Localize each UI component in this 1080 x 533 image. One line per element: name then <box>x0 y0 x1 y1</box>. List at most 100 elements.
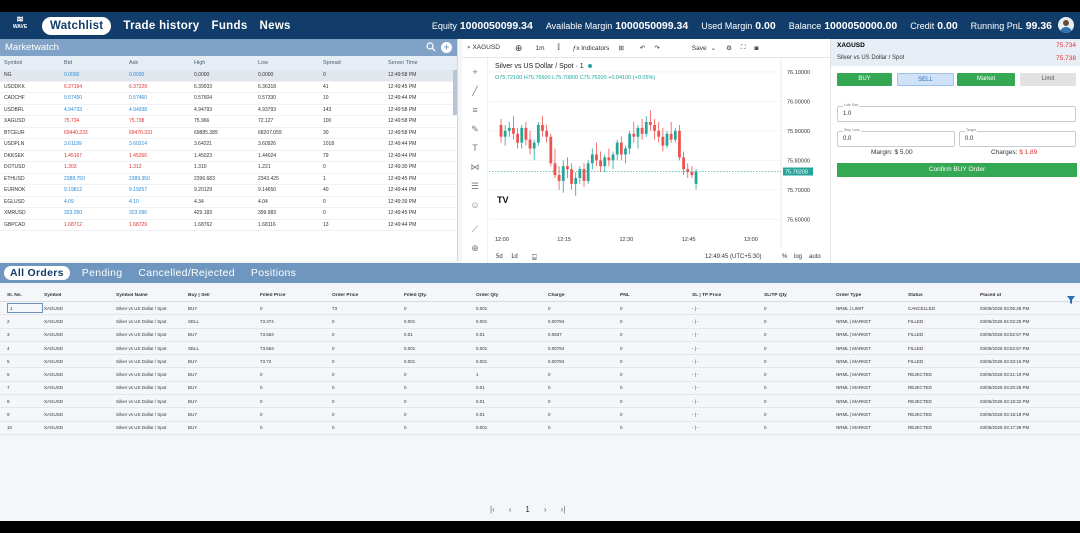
current-page[interactable]: 1 <box>525 505 529 514</box>
table-cell: 03/05/2026 03:19:32 PM <box>980 398 1030 404</box>
candle-body <box>669 133 673 140</box>
table-cell: 0 <box>620 385 623 391</box>
table-row[interactable]: 4 XAGUSD Silver vs US Dollar / Spot SELL 73.… <box>0 342 1080 356</box>
watchlist-row[interactable]: USDDKK 6.37194 6.37229 6.39933 6.36318 41 12:4… <box>0 82 457 93</box>
add-symbol-icon[interactable]: + <box>441 42 452 53</box>
watchlist-row[interactable]: USDBRL 4.94733 4.94938 4.94793 4.93793 143 12:… <box>0 105 457 116</box>
pattern-icon[interactable]: ⋈ <box>469 161 481 173</box>
watchlist-row[interactable]: ETHUSD 2388.750 2389.350 2396.683 2343.425 1 1… <box>0 174 457 185</box>
emoji-icon[interactable]: ☺ <box>469 199 481 211</box>
watchlist-cell: 9.20129 <box>194 187 213 194</box>
nav-news[interactable]: News <box>260 20 291 32</box>
undo-icon[interactable]: ↶ <box>640 44 645 52</box>
watchlist-row[interactable]: XMRUSD 323.050 323.096 429.183 399.983 0 12:49… <box>0 208 457 220</box>
table-row[interactable]: 1 XAGUSD Silver vs US Dollar / Spot BUY 0 73 0… <box>0 302 1080 316</box>
stat-label: Running PnL <box>970 20 1023 31</box>
orders-col-header: Symbol <box>44 293 62 298</box>
tab-pending[interactable]: Pending <box>82 267 123 279</box>
zoom-in-icon[interactable]: ⊕ <box>469 242 481 254</box>
filter-icon[interactable] <box>1067 291 1075 304</box>
table-cell: BUY <box>188 372 198 378</box>
chevron-down-icon[interactable]: ⌄ <box>711 44 716 52</box>
limit-button[interactable]: Limit <box>1020 73 1076 86</box>
candle-body <box>665 133 669 146</box>
target-field[interactable]: Target 0.0 <box>959 128 1076 147</box>
table-row[interactable]: 7 XAGUSD Silver vs US Dollar / Spot BUY 0 0 0 0… <box>0 382 1080 396</box>
candle-type-icon[interactable]: ⫿ <box>557 44 559 52</box>
watchlist-row[interactable]: DOTUSD 1.303 1.312 1.310 1.221 0 12:49:30 PM <box>0 162 457 174</box>
indicators-button[interactable]: ƒx Indicators <box>573 45 610 52</box>
search-icon[interactable] <box>425 42 436 53</box>
watchlist-row[interactable]: BTCEUR 69440.233 69470.331 69885.389 68207.0… <box>0 128 457 139</box>
last-page-icon[interactable]: ›| <box>561 505 566 514</box>
percent-toggle[interactable]: % <box>782 254 787 260</box>
table-row[interactable]: 5 XAGUSD Silver vs US Dollar / Spot BUY 73.7… <box>0 355 1080 369</box>
settings-gear-icon[interactable]: ⚙ <box>726 44 732 52</box>
watchlist-row[interactable]: CADCHF 0.57450 0.57460 0.57604 0.57330 10 12:4… <box>0 93 457 105</box>
watchlist-row[interactable]: XAGUSD 75.734 75.738 75.966 72.127 100 12:49:5… <box>0 116 457 128</box>
table-row[interactable]: 6 XAGUSD Silver vs US Dollar / Spot BUY 0 0 0 1… <box>0 368 1080 382</box>
watchlist-row[interactable]: GBPCAD 1.68712 1.68729 1.68762 1.68116 13 12:4… <box>0 220 457 231</box>
row-number-selected[interactable]: 1 <box>7 303 43 314</box>
table-cell: 0 <box>332 372 335 378</box>
market-button[interactable]: Market <box>957 73 1015 86</box>
tab-positions[interactable]: Positions <box>251 267 296 279</box>
tab-all-orders[interactable]: All Orders <box>4 266 70 280</box>
watchlist-row[interactable]: EURNOK 9.19812 9.19257 9.20129 9.14650 40 12:4… <box>0 185 457 197</box>
table-cell: 0.001 <box>476 305 488 311</box>
table-cell: BUY <box>188 412 198 418</box>
table-cell: BUY <box>188 332 198 338</box>
lot-size-field[interactable]: Lots Size 1.0 <box>837 103 1076 122</box>
fullscreen-icon[interactable]: ⛶ <box>741 44 746 52</box>
brush-icon[interactable]: ✎ <box>469 123 481 135</box>
table-row[interactable]: 2 XAGUSD Silver vs US Dollar / Spot SELL 73.… <box>0 315 1080 329</box>
text-tool-icon[interactable]: T <box>469 142 481 154</box>
table-cell: NRML | MARKET <box>836 345 872 351</box>
add-compare-icon[interactable]: ⊕ <box>515 43 523 54</box>
interval-button[interactable]: 1m <box>535 45 544 52</box>
nav-funds[interactable]: Funds <box>212 20 248 32</box>
confirm-order-button[interactable]: Confirm BUY Order <box>837 163 1077 177</box>
watchlist-cell: 3.60214 <box>129 141 148 148</box>
calendar-icon[interactable]: ⌸ <box>532 253 537 263</box>
chart-symbol-search[interactable]: ⌕ XAGUSD <box>467 44 500 52</box>
camera-icon[interactable]: ◙ <box>754 45 758 52</box>
buy-button[interactable]: BUY <box>837 73 892 86</box>
layout-icon[interactable]: ⊞ <box>618 44 623 52</box>
watchlist-row[interactable]: DKKSEK 1.45167 1.45266 1.45023 1.44024 79 12:4… <box>0 151 457 162</box>
redo-icon[interactable]: ↷ <box>654 44 659 52</box>
avatar[interactable] <box>1058 17 1074 33</box>
marketwatch-scrollbar[interactable] <box>453 70 457 115</box>
next-page-icon[interactable]: › <box>544 505 547 514</box>
first-page-icon[interactable]: |‹ <box>490 505 495 514</box>
horizontal-lines-icon[interactable]: ≡ <box>469 104 481 116</box>
stop-loss-field[interactable]: Stop Loss 0.0 <box>837 128 955 147</box>
nav-trade-history[interactable]: Trade history <box>123 20 199 32</box>
nav-watchlist[interactable]: Watchlist <box>42 16 112 35</box>
candlestick-chart[interactable]: 76.10000 76.00000 75.90000 75.80000 75.70000… <box>489 58 830 267</box>
watchlist-row[interactable]: USDPLN 3.61199 3.60214 3.64221 3.60926 1018 12… <box>0 139 457 151</box>
watchlist-row[interactable]: NG 0.0000 0.0000 0.0000 0.0000 0 12:49:58 PM <box>0 70 457 82</box>
save-button[interactable]: Save <box>692 45 707 52</box>
table-row[interactable]: 8 XAGUSD Silver vs US Dollar / Spot BUY 0 0 0 0… <box>0 395 1080 409</box>
orders-col-header: SL | TP Price <box>692 293 722 298</box>
auto-toggle[interactable]: auto <box>809 254 821 260</box>
sell-button[interactable]: SELL <box>897 73 954 86</box>
tab-cancelled-rejected[interactable]: Cancelled/Rejected <box>138 267 234 279</box>
watchlist-row[interactable]: EGLUSD 4.09 4.10 4.34 4.04 0 12:49:39 PM <box>0 197 457 208</box>
chart-plot[interactable]: 76.10000 76.00000 75.90000 75.80000 75.70000… <box>489 58 830 267</box>
crosshair-icon[interactable]: + <box>469 66 481 78</box>
range-1d[interactable]: 1d <box>511 254 518 260</box>
trendline-icon[interactable]: ╱ <box>469 85 481 97</box>
table-row[interactable]: 10 XAGUSD Silver vs US Dollar / Spot BUY 0 0 0… <box>0 422 1080 435</box>
prev-page-icon[interactable]: ‹ <box>509 505 512 514</box>
ruler-icon[interactable]: ⟋ <box>469 223 481 235</box>
fib-icon[interactable]: ☰ <box>469 180 481 192</box>
range-5d[interactable]: 5d <box>496 254 503 260</box>
watchlist-cell: 429.183 <box>194 210 213 217</box>
log-toggle[interactable]: log <box>794 254 802 260</box>
table-row[interactable]: 9 XAGUSD Silver vs US Dollar / Spot BUY 0 0 0 0… <box>0 408 1080 422</box>
table-cell: FILLED <box>908 332 924 338</box>
tradingview-logo: TV <box>497 195 509 205</box>
table-row[interactable]: 3 XAGUSD Silver vs US Dollar / Spot BUY 73.6… <box>0 329 1080 342</box>
